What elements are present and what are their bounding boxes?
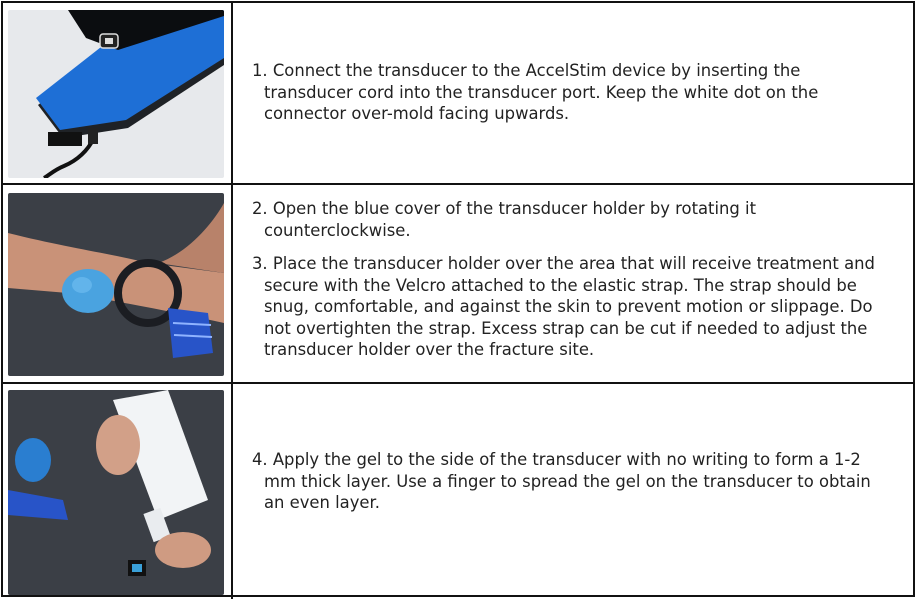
device-photo [8, 10, 224, 178]
step-text: 3. Place the transducer holder over the … [252, 254, 875, 359]
table-row: 1. Connect the transducer to the AccelSt… [3, 3, 913, 185]
image-cell [3, 3, 233, 183]
step-text: 4. Apply the gel to the side of the tran… [252, 450, 871, 512]
step-4: 4. Apply the gel to the side of the tran… [252, 449, 892, 514]
text-cell: 2. Open the blue cover of the transducer… [235, 185, 913, 382]
arm-holder-photo [8, 193, 224, 376]
instruction-table: 1. Connect the transducer to the AccelSt… [1, 1, 915, 599]
text-cell: 1. Connect the transducer to the AccelSt… [235, 3, 913, 183]
step-1: 1. Connect the transducer to the AccelSt… [252, 60, 892, 125]
gel-application-photo [8, 390, 224, 595]
table-row: 2. Open the blue cover of the transducer… [3, 185, 913, 384]
text-cell: 4. Apply the gel to the side of the tran… [235, 384, 913, 599]
table-row: 4. Apply the gel to the side of the tran… [3, 384, 913, 599]
image-cell [3, 384, 233, 599]
step-2: 2. Open the blue cover of the transducer… [252, 198, 892, 241]
step-text: 1. Connect the transducer to the AccelSt… [252, 61, 819, 123]
step-text: 2. Open the blue cover of the transducer… [252, 199, 757, 240]
image-cell [3, 185, 233, 382]
step-3: 3. Place the transducer holder over the … [252, 253, 892, 361]
